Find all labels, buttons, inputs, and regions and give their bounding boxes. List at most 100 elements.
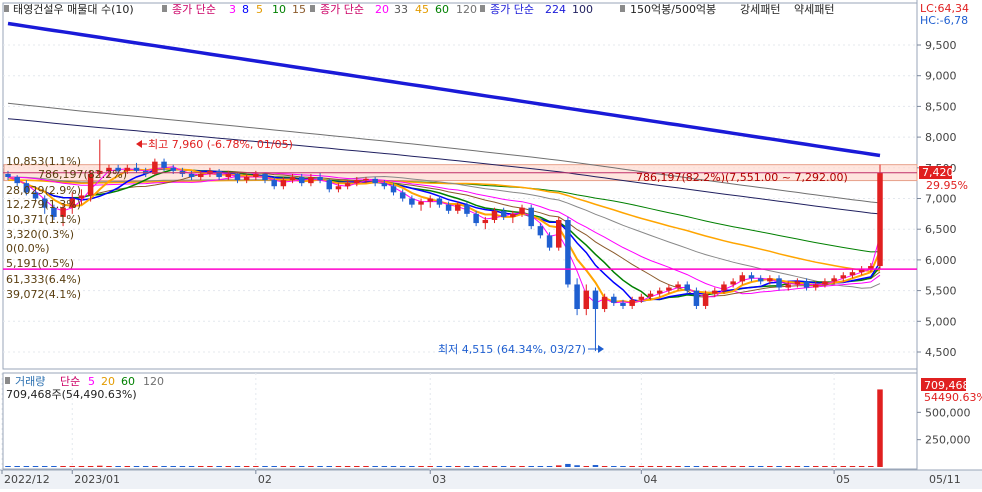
volume-bar <box>161 466 167 467</box>
vp-label: 786,197(82.2%) <box>38 168 127 181</box>
candle-body <box>757 278 764 282</box>
candle-body <box>317 177 323 181</box>
candle-body <box>326 180 333 190</box>
volume-bar <box>482 466 489 467</box>
candle-body <box>812 284 819 288</box>
volume-bar <box>344 466 351 467</box>
candle-body <box>840 275 847 279</box>
volume-bar <box>767 466 773 467</box>
candle-body <box>739 275 746 282</box>
volume-legend-marker[interactable] <box>5 377 10 384</box>
candle-body <box>510 213 516 217</box>
candle-body <box>712 290 718 294</box>
candle-body <box>638 296 645 300</box>
candle-body <box>620 302 626 306</box>
candle-body <box>381 183 388 187</box>
legend-marker-ma-long[interactable] <box>480 5 485 12</box>
legend-ma20: 20 <box>375 3 389 16</box>
volume-legend-title[interactable]: 거래량 <box>15 375 45 388</box>
legend-marker-title[interactable] <box>4 5 9 12</box>
price-tick-label: 6,000 <box>925 254 957 267</box>
volume-bar <box>739 466 746 467</box>
volume-bar <box>271 466 277 467</box>
price-tick-label: 6,500 <box>925 223 957 236</box>
candle-body <box>234 173 241 181</box>
volume-bar <box>858 466 865 467</box>
candle-body <box>271 180 277 187</box>
volume-bar <box>390 466 397 467</box>
high-annotation: 최고 7,960 (-6.78%, 01/05) <box>136 138 293 151</box>
candle-body <box>519 207 525 214</box>
candle-body <box>611 296 617 303</box>
legend-ma60: 60 <box>435 3 449 16</box>
volume-bar <box>51 466 57 467</box>
candle-body <box>482 219 489 224</box>
volume-bar <box>519 466 525 467</box>
candle-body <box>877 172 883 267</box>
volume-bar <box>500 466 507 467</box>
legend-marker-ma-mid[interactable] <box>310 5 315 12</box>
volume-bar <box>14 466 20 467</box>
vp-label: 3,320(0.3%) <box>6 228 74 241</box>
candle-body <box>262 173 268 181</box>
volume-bar <box>712 466 718 467</box>
volume-bar <box>592 465 599 467</box>
candle-body <box>702 293 709 306</box>
legend-ma-short-label[interactable]: 종가 단순 <box>172 3 216 16</box>
volume-bar <box>363 466 369 467</box>
volume-ma5: 5 <box>88 375 95 388</box>
price-tick-label: 9,000 <box>925 70 957 83</box>
volume-bar <box>620 466 626 467</box>
candle-body <box>308 177 314 184</box>
candle-body <box>473 213 479 224</box>
candle-body <box>528 207 534 227</box>
price-volume-chart[interactable]: 9,5009,0008,5008,0007,5007,0006,5006,000… <box>0 0 982 489</box>
legend-title[interactable]: 태영건설우 매물대 수(10) <box>13 3 134 16</box>
legend-ma8: 8 <box>242 3 249 16</box>
volume-bar <box>510 466 516 467</box>
legend-pattern-label[interactable]: 150억봉/500억봉 <box>630 3 716 16</box>
candle-body <box>253 173 259 178</box>
candle-body <box>675 284 681 288</box>
candle-body <box>427 198 433 202</box>
price-tick-label: 8,000 <box>925 131 957 144</box>
low-annotation-text: 최저 4,515 (64.34%, 03/27) <box>438 343 586 356</box>
volume-bar <box>666 466 672 467</box>
volume-bar <box>785 466 791 467</box>
legend-strong-pattern: 강세패턴 <box>740 3 780 16</box>
x-axis-bar <box>0 470 982 489</box>
candle-body <box>464 204 470 214</box>
volume-bar <box>60 466 66 467</box>
candle-body <box>491 210 498 220</box>
volume-ma120: 120 <box>143 375 164 388</box>
legend-marker-pattern[interactable] <box>620 5 625 12</box>
volume-bar <box>868 466 874 467</box>
volume-legend-ma-label: 단순 <box>60 375 80 388</box>
volume-bar <box>611 466 617 467</box>
volume-ma60: 60 <box>121 375 135 388</box>
volume-bar <box>253 466 259 467</box>
price-tick-label: 9,500 <box>925 39 957 52</box>
candle-body <box>298 177 305 184</box>
volume-bar <box>555 465 562 467</box>
legend-ma-mid-label[interactable]: 종가 단순 <box>320 3 364 16</box>
volume-bar <box>216 466 222 467</box>
volume-bar <box>41 466 48 467</box>
candle-body <box>363 178 369 181</box>
candle-body <box>565 219 571 285</box>
high-annotation-text: 최고 7,960 (-6.78%, 01/05) <box>148 138 293 151</box>
volume-bar <box>78 466 85 467</box>
volume-bar <box>133 466 140 467</box>
legend-ma-long-label[interactable]: 종가 단순 <box>490 3 534 16</box>
vp-label: 10,371(1.1%) <box>6 213 81 226</box>
candle-body <box>831 278 837 282</box>
candle-body <box>225 173 232 178</box>
candle-body <box>335 186 342 190</box>
vp-label: 28,029(2.9%) <box>6 184 81 197</box>
volume-bar <box>124 466 131 467</box>
volume-bar <box>326 466 333 467</box>
volume-bar <box>243 466 250 467</box>
candle-body <box>418 201 424 205</box>
legend-marker-ma-short[interactable] <box>162 5 167 12</box>
volume-bar <box>849 466 856 467</box>
